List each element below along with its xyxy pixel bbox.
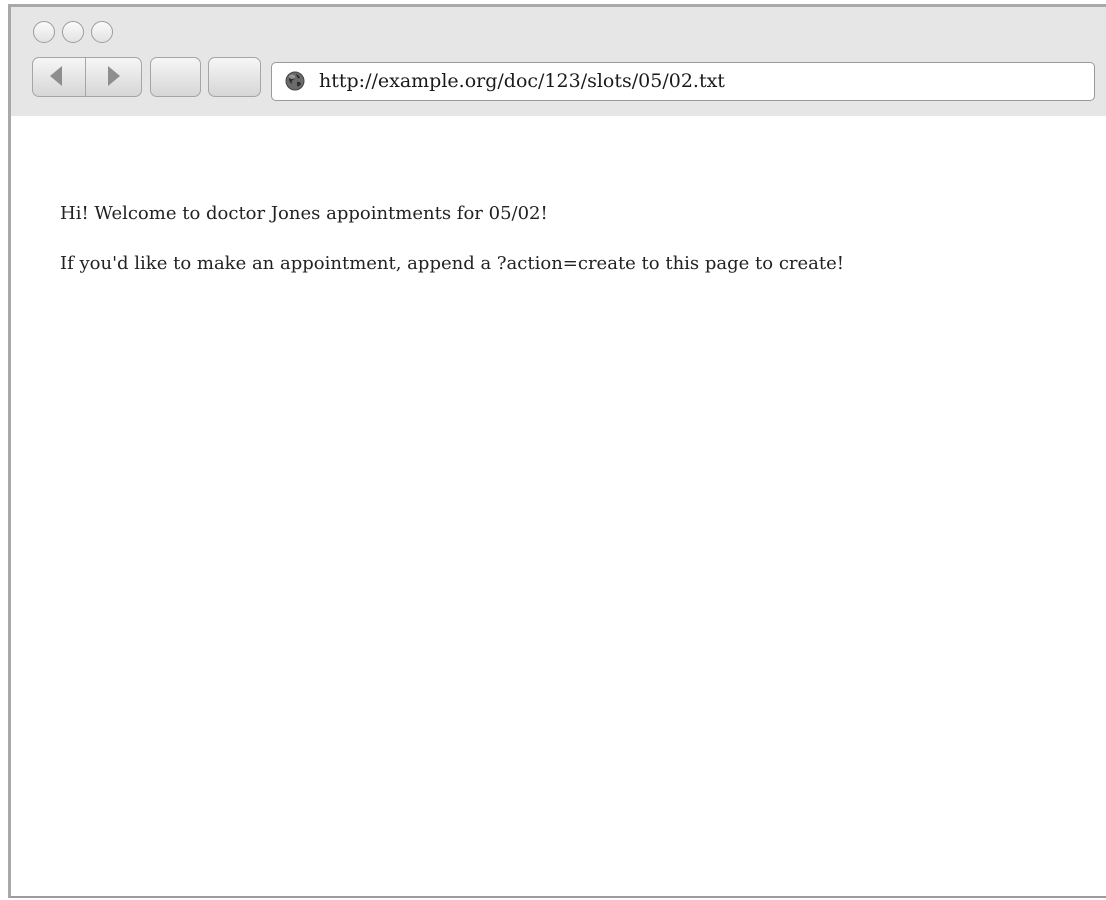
- browser-toolbar: http://example.org/doc/123/slots/05/02.t…: [11, 7, 1106, 116]
- url-text: http://example.org/doc/123/slots/05/02.t…: [319, 70, 725, 92]
- browser-window: http://example.org/doc/123/slots/05/02.t…: [8, 4, 1106, 898]
- instruction-text: If you'd like to make an appointment, ap…: [60, 253, 845, 274]
- right-arrow-icon: [108, 66, 120, 86]
- page-content: Hi! Welcome to doctor Jones appointments…: [60, 203, 1096, 303]
- address-bar[interactable]: http://example.org/doc/123/slots/05/02.t…: [271, 62, 1095, 101]
- segment-divider: [85, 57, 86, 97]
- toolbar-button-2[interactable]: [208, 57, 261, 97]
- minimize-window-button[interactable]: [62, 21, 84, 43]
- back-button[interactable]: [32, 57, 85, 97]
- toolbar-button-1[interactable]: [150, 57, 201, 97]
- globe-icon: [285, 71, 305, 91]
- close-window-button[interactable]: [33, 21, 55, 43]
- forward-button[interactable]: [86, 57, 142, 97]
- zoom-window-button[interactable]: [91, 21, 113, 43]
- left-arrow-icon: [50, 66, 62, 86]
- welcome-text: Hi! Welcome to doctor Jones appointments…: [60, 203, 548, 224]
